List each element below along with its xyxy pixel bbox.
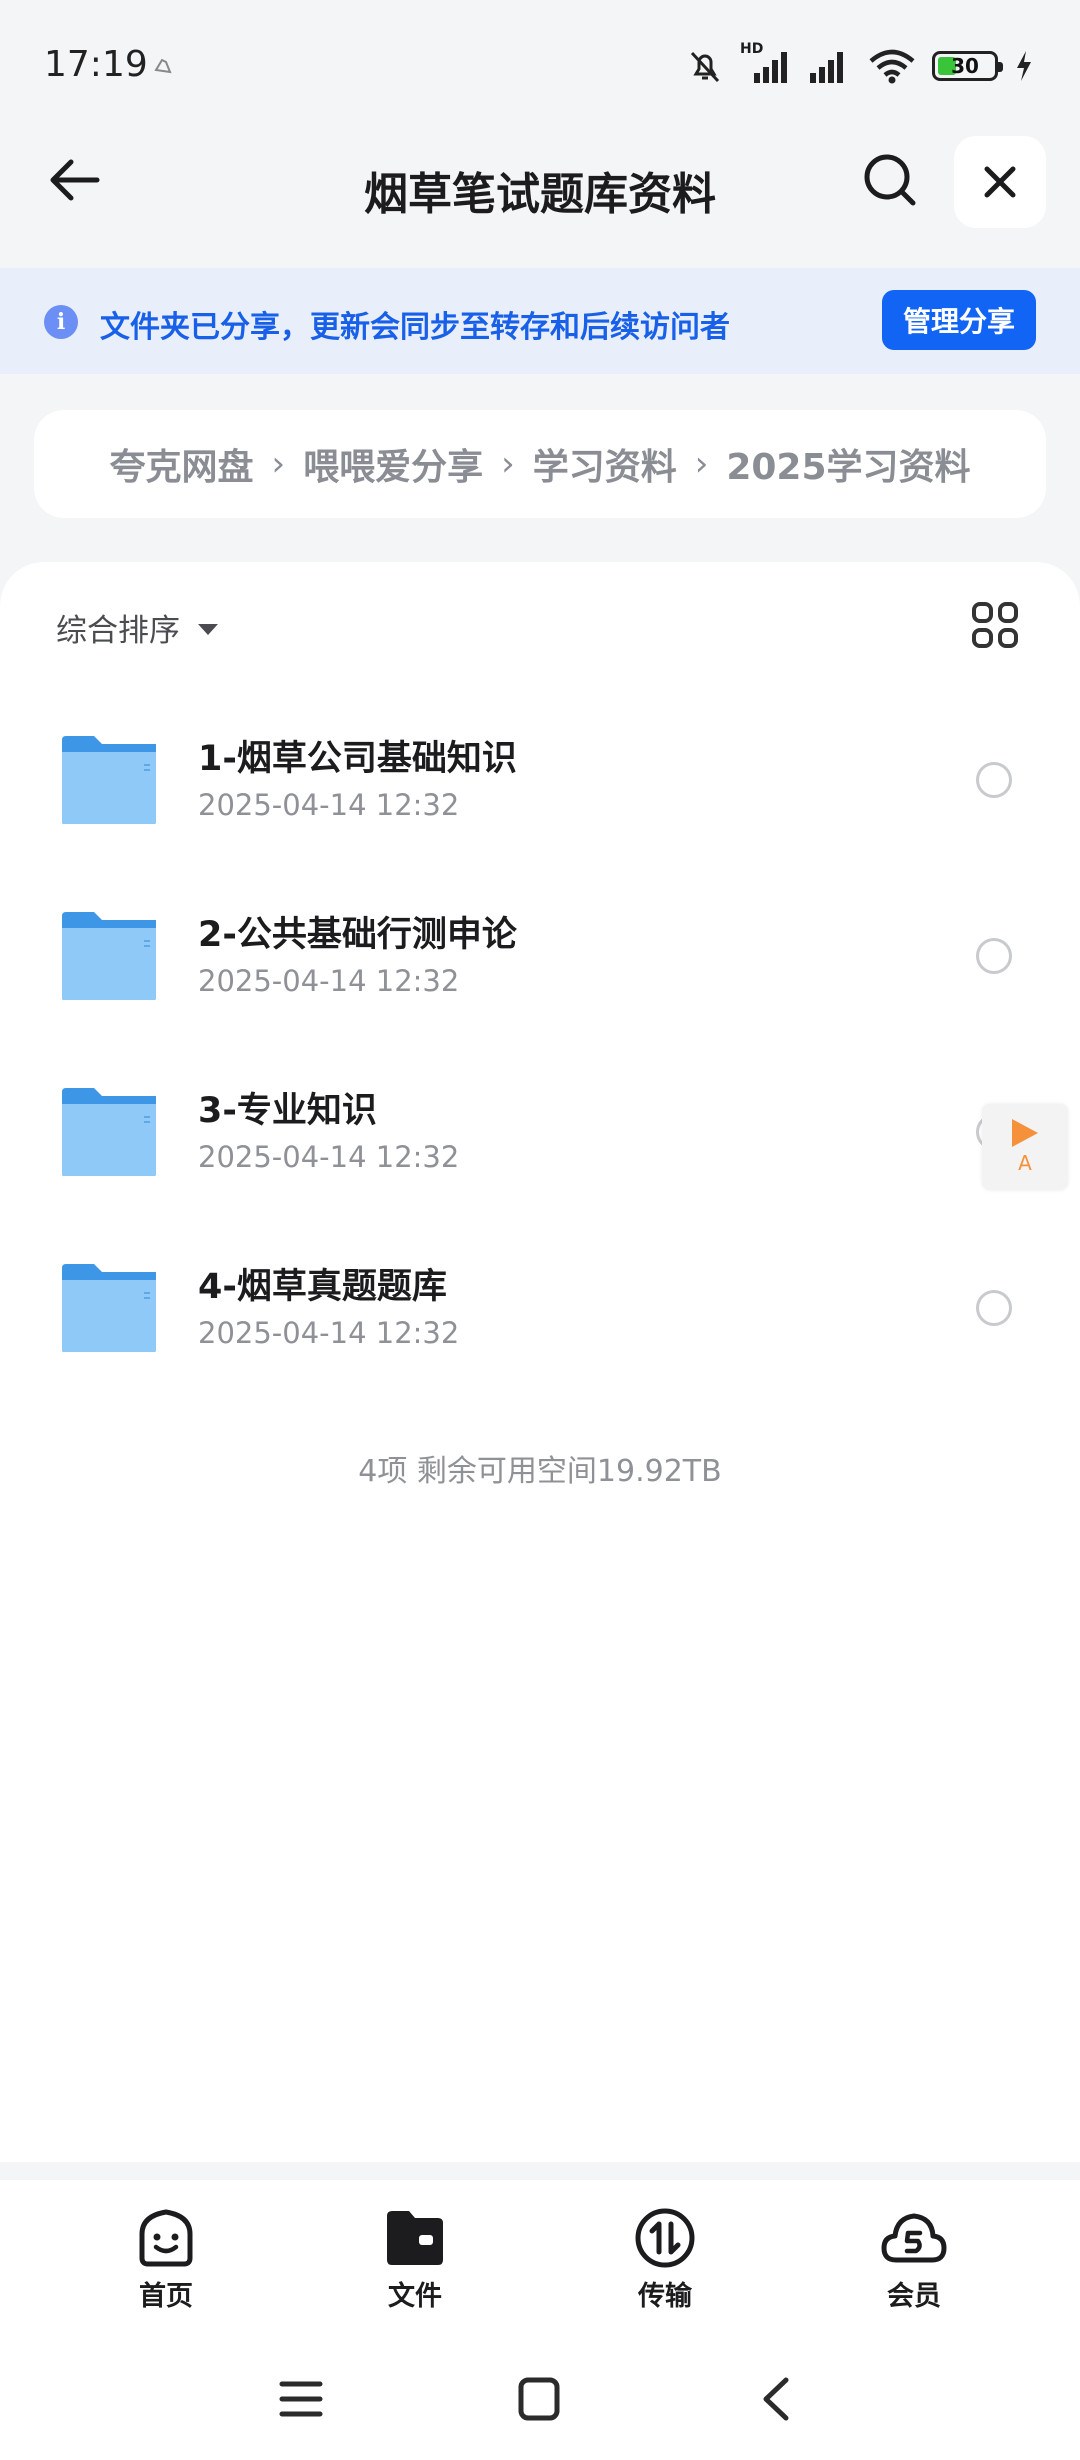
folder-name: 1-烟草公司基础知识 bbox=[198, 739, 517, 779]
breadcrumb-item[interactable]: 喂喂爱分享 bbox=[303, 438, 483, 490]
status-icons: HD 30 bbox=[686, 41, 1034, 86]
close-icon bbox=[984, 166, 1016, 198]
nav-files[interactable]: 文件 bbox=[350, 2206, 480, 2313]
select-radio[interactable] bbox=[976, 762, 1012, 798]
sort-label: 综合排序 bbox=[56, 613, 180, 649]
folder-name: 4-烟草真题题库 bbox=[198, 1267, 447, 1307]
folder-icon bbox=[387, 2211, 443, 2265]
chevron-right-icon: › bbox=[694, 444, 709, 484]
battery-icon: 30 bbox=[932, 51, 1003, 81]
folder-date: 2025-04-14 12:32 bbox=[198, 1140, 460, 1174]
grid-icon bbox=[972, 602, 993, 623]
manage-share-button[interactable]: 管理分享 bbox=[882, 290, 1036, 350]
home-square-icon[interactable] bbox=[516, 2374, 562, 2424]
home-face-icon bbox=[139, 2209, 193, 2267]
breadcrumb-item[interactable]: 学习资料 bbox=[533, 438, 677, 490]
search-icon bbox=[864, 154, 916, 206]
share-banner-message: 文件夹已分享，更新会同步至转存和后续访问者 bbox=[100, 310, 730, 345]
chevron-right-icon: › bbox=[501, 444, 515, 484]
folder-name: 2-公共基础行测申论 bbox=[198, 915, 517, 955]
select-radio[interactable] bbox=[976, 1290, 1012, 1326]
folder-icon bbox=[62, 1264, 156, 1352]
chevron-right-icon: › bbox=[271, 444, 286, 484]
breadcrumb-item[interactable]: 夸克网盘 bbox=[109, 438, 253, 490]
folder-date: 2025-04-14 12:32 bbox=[198, 964, 460, 998]
caret-down-icon bbox=[198, 624, 218, 635]
floating-play-button[interactable]: A bbox=[982, 1104, 1068, 1190]
battery-level: 30 bbox=[951, 54, 979, 78]
info-icon: i bbox=[44, 305, 78, 339]
folder-icon bbox=[62, 1088, 156, 1176]
folder-name: 3-专业知识 bbox=[198, 1091, 377, 1131]
folder-icon bbox=[62, 912, 156, 1000]
nav-transfer[interactable]: 传输 bbox=[600, 2206, 730, 2313]
status-time: 17:19 bbox=[44, 44, 148, 85]
signal-hd-icon: HD bbox=[740, 41, 790, 85]
mute-bell-icon bbox=[690, 51, 720, 83]
close-button[interactable] bbox=[954, 136, 1046, 228]
nav-member[interactable]: 会员 bbox=[849, 2206, 979, 2313]
play-icon bbox=[1012, 1119, 1038, 1147]
folder-row[interactable]: 1-烟草公司基础知识 2025-04-14 12:32 bbox=[0, 692, 1080, 868]
folder-icon bbox=[62, 736, 156, 824]
sort-dropdown[interactable]: 综合排序 bbox=[56, 605, 218, 650]
search-button[interactable] bbox=[850, 140, 930, 220]
signal-icon bbox=[810, 52, 843, 83]
grid-view-button[interactable] bbox=[972, 602, 1018, 648]
folder-date: 2025-04-14 12:32 bbox=[198, 1316, 460, 1350]
folder-row[interactable]: 2-公共基础行测申论 2025-04-14 12:32 bbox=[0, 868, 1080, 1044]
cloud-member-icon bbox=[881, 2213, 947, 2263]
menu-icon[interactable] bbox=[278, 2376, 324, 2422]
breadcrumb: 夸克网盘 › 喂喂爱分享 › 学习资料 › 2025学习资料 bbox=[34, 410, 1046, 518]
floating-button-label: A bbox=[1018, 1151, 1032, 1175]
nav-label: 传输 bbox=[638, 2281, 692, 2312]
back-nav-icon[interactable] bbox=[758, 2376, 794, 2422]
nav-label: 首页 bbox=[139, 2281, 193, 2312]
nav-label: 会员 bbox=[887, 2281, 941, 2312]
select-radio[interactable] bbox=[976, 938, 1012, 974]
wifi-icon bbox=[869, 49, 915, 84]
breadcrumb-item[interactable]: 2025学习资料 bbox=[726, 438, 970, 490]
charging-icon bbox=[1017, 51, 1031, 81]
folder-date: 2025-04-14 12:32 bbox=[198, 788, 460, 822]
notification-icon bbox=[154, 58, 172, 74]
folder-row[interactable]: 4-烟草真题题库 2025-04-14 12:32 bbox=[0, 1220, 1080, 1396]
storage-summary: 4项 剩余可用空间19.92TB bbox=[358, 1454, 722, 1489]
nav-label: 文件 bbox=[388, 2281, 442, 2312]
folder-row[interactable]: 3-专业知识 2025-04-14 12:32 bbox=[0, 1044, 1080, 1220]
nav-home[interactable]: 首页 bbox=[101, 2206, 231, 2313]
transfer-icon bbox=[635, 2208, 695, 2268]
